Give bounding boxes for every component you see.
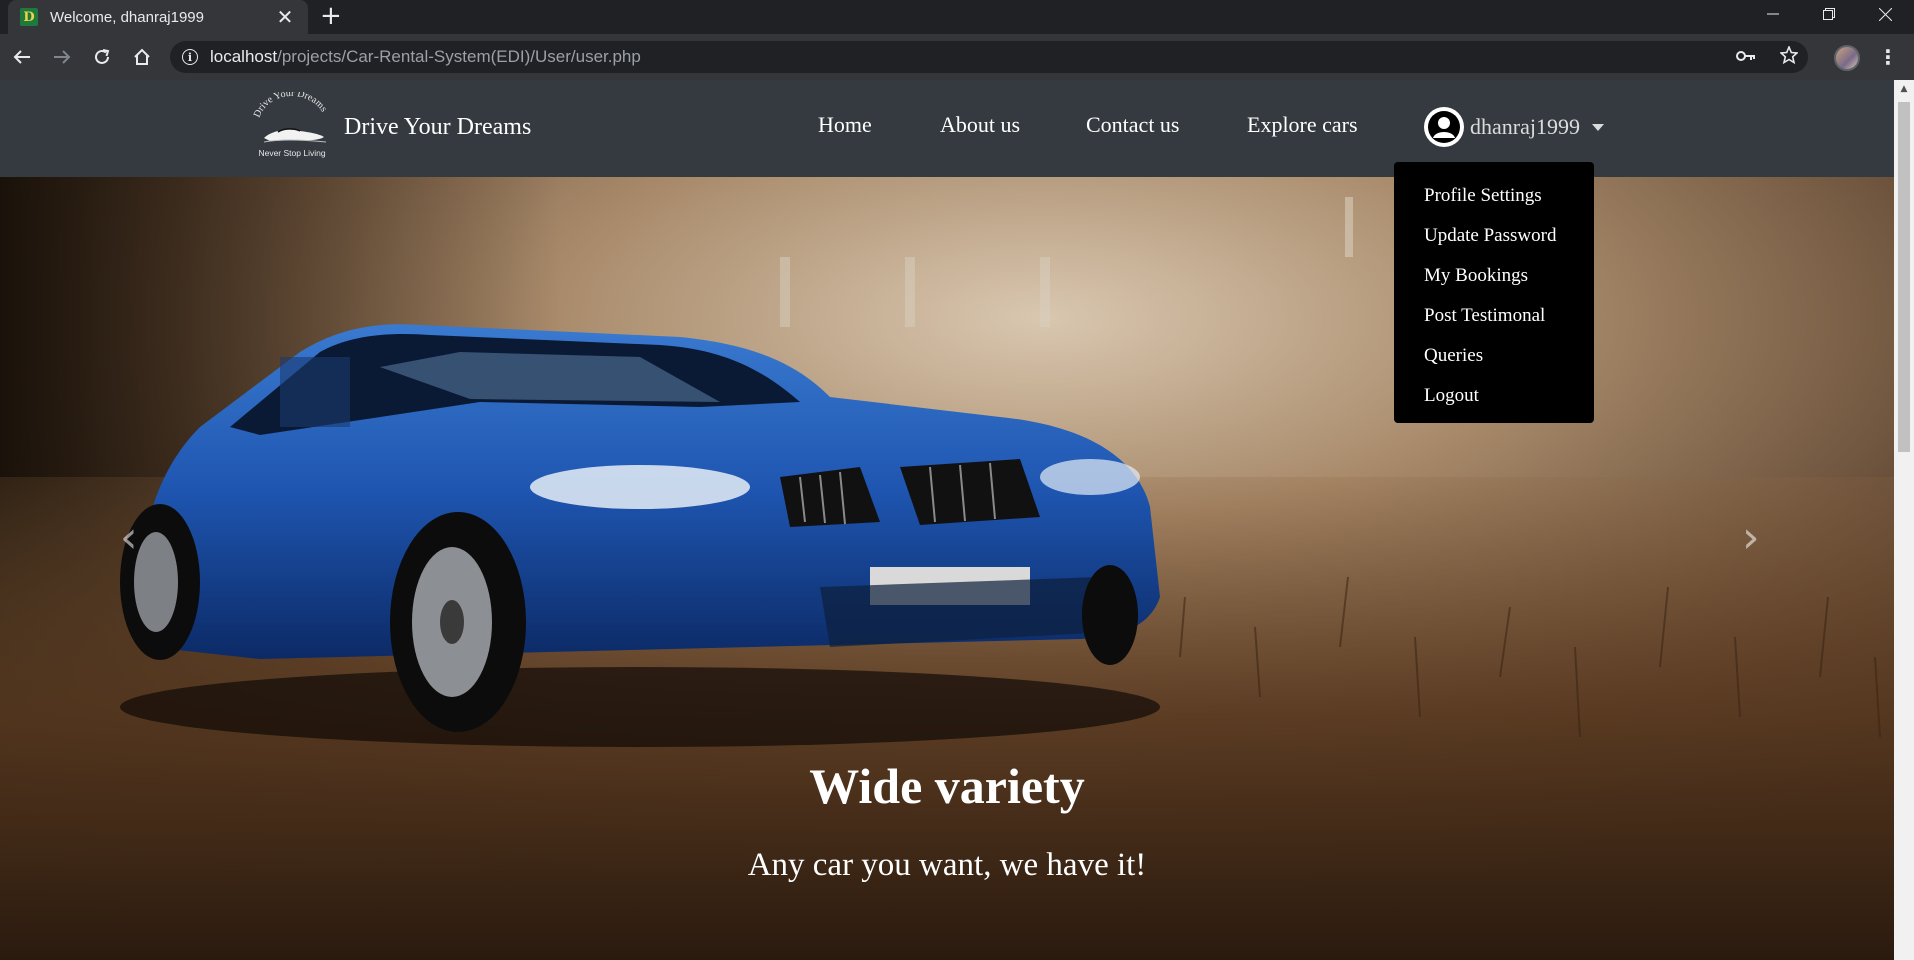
- page-viewport: Drive Your Dreams Never Stop Living Driv…: [0, 80, 1894, 960]
- brand-logo: Drive Your Dreams Never Stop Living: [250, 88, 334, 162]
- home-icon[interactable]: [124, 34, 160, 80]
- address-bar[interactable]: i localhost/projects/Car-Rental-System(E…: [170, 41, 1808, 73]
- browser-profile-avatar[interactable]: [1834, 45, 1860, 71]
- scrollbar-thumb[interactable]: [1898, 102, 1910, 452]
- site-navbar: Drive Your Dreams Never Stop Living Driv…: [0, 80, 1894, 177]
- bookmark-star-icon[interactable]: [1779, 44, 1799, 69]
- brand[interactable]: Drive Your Dreams Never Stop Living Driv…: [250, 88, 532, 162]
- nav-contact-link[interactable]: Contact us: [1086, 112, 1180, 138]
- carousel-caption-text: Any car you want, we have it!: [747, 847, 1147, 883]
- page-scrollbar[interactable]: ▲: [1894, 80, 1914, 960]
- menu-item-update-password[interactable]: Update Password: [1394, 216, 1594, 256]
- minimize-icon[interactable]: [1750, 0, 1796, 28]
- back-arrow-icon[interactable]: [4, 34, 40, 80]
- hero-carousel: ‹ › Wide variety Any car you want, we ha…: [0, 177, 1894, 960]
- reload-icon[interactable]: [84, 34, 120, 80]
- site-info-icon[interactable]: i: [182, 49, 198, 65]
- close-window-icon[interactable]: [1862, 0, 1908, 28]
- new-tab-icon[interactable]: +: [320, 2, 342, 30]
- browser-toolbar: i localhost/projects/Car-Rental-System(E…: [0, 34, 1914, 80]
- username-label: dhanraj1999: [1470, 114, 1580, 139]
- caret-down-icon: [1591, 123, 1604, 131]
- nav-home-link[interactable]: Home: [818, 112, 872, 138]
- scroll-up-arrow-icon[interactable]: ▲: [1894, 84, 1914, 94]
- logo-bottom-text: Never Stop Living: [258, 148, 325, 158]
- carousel-next-chevron-icon[interactable]: ›: [1742, 512, 1760, 563]
- menu-item-logout[interactable]: Logout: [1394, 376, 1594, 416]
- menu-item-profile-settings[interactable]: Profile Settings: [1394, 176, 1594, 216]
- close-tab-icon[interactable]: ✕: [274, 7, 296, 27]
- browser-menu-icon[interactable]: ⋮: [1876, 34, 1900, 80]
- browser-tabstrip: D Welcome, dhanraj1999 ✕ +: [0, 0, 1914, 34]
- menu-item-my-bookings[interactable]: My Bookings: [1394, 256, 1594, 296]
- user-dropdown-menu: Profile Settings Update Password My Book…: [1394, 162, 1594, 423]
- hero-car-image: [0, 177, 1894, 960]
- logo-top-text: Drive Your Dreams: [252, 92, 329, 119]
- forward-arrow-icon[interactable]: [44, 34, 80, 80]
- menu-item-queries[interactable]: Queries: [1394, 336, 1594, 376]
- browser-tab[interactable]: D Welcome, dhanraj1999 ✕: [8, 0, 308, 34]
- url-path: /projects/Car-Rental-System(EDI)/User/us…: [277, 47, 641, 66]
- carousel-caption-title: Wide variety: [809, 758, 1085, 814]
- restore-icon[interactable]: [1806, 0, 1852, 28]
- url-host: localhost: [210, 47, 278, 66]
- brand-name: Drive Your Dreams: [344, 113, 532, 140]
- favicon-icon: D: [20, 8, 38, 26]
- user-avatar-icon: [1424, 107, 1464, 147]
- user-menu-toggle[interactable]: dhanraj1999: [1424, 107, 1604, 147]
- carousel-prev-chevron-icon[interactable]: ‹: [120, 512, 138, 563]
- url-text: localhost/projects/Car-Rental-System(EDI…: [210, 47, 641, 67]
- nav-explore-link[interactable]: Explore cars: [1247, 112, 1358, 138]
- menu-item-post-testimonal[interactable]: Post Testimonal: [1394, 296, 1594, 336]
- key-icon[interactable]: [1736, 47, 1756, 67]
- nav-about-link[interactable]: About us: [940, 112, 1020, 138]
- tab-title: Welcome, dhanraj1999: [50, 8, 204, 26]
